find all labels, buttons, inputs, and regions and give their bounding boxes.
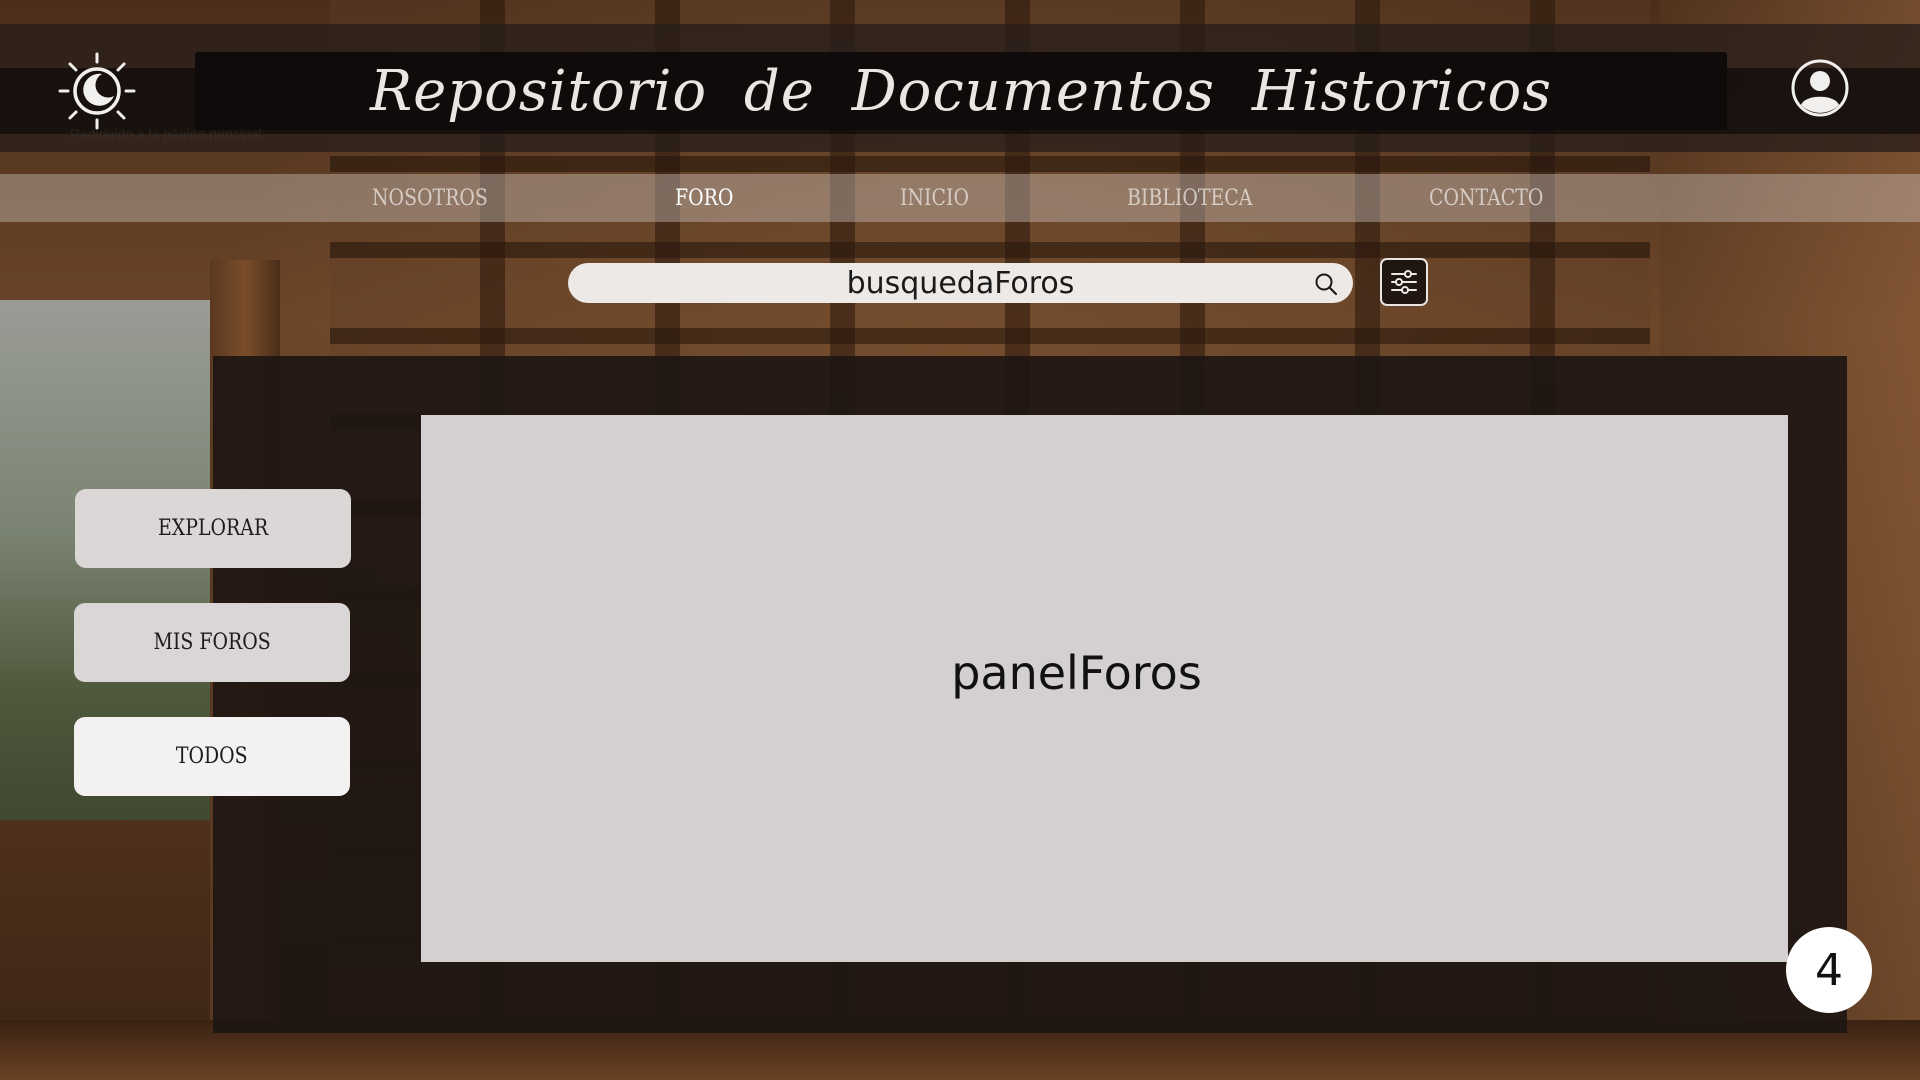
forum-search-box: [568, 263, 1353, 303]
main-nav: NOSOTROS FORO INICIO BIBLIOTECA CONTACTO: [0, 174, 1920, 222]
nav-item-nosotros[interactable]: NOSOTROS: [372, 174, 488, 222]
search-icon[interactable]: [1313, 271, 1339, 297]
forum-search-input[interactable]: [638, 264, 1283, 302]
my-forums-button-label: MIS FOROS: [153, 630, 271, 655]
site-title: Repositorio de Documentos Historicos: [369, 58, 1553, 124]
explore-button-label: EXPLORAR: [157, 516, 269, 541]
my-forums-button[interactable]: MIS FOROS: [74, 603, 350, 682]
all-forums-button[interactable]: TODOS: [74, 717, 350, 796]
filter-button[interactable]: [1380, 258, 1428, 306]
nav-item-biblioteca[interactable]: BIBLIOTECA: [1127, 174, 1252, 222]
theme-toggle-button[interactable]: [58, 52, 136, 130]
nav-item-foro[interactable]: FORO: [675, 174, 733, 222]
explore-button[interactable]: EXPLORAR: [75, 489, 351, 568]
home-hint-text: Redirigido a la página principal: [70, 126, 262, 142]
nav-item-contacto[interactable]: CONTACTO: [1429, 174, 1543, 222]
all-forums-button-label: TODOS: [176, 744, 248, 769]
profile-button[interactable]: [1790, 58, 1850, 118]
forums-panel-label: panelForos: [951, 645, 1202, 700]
nav-item-inicio[interactable]: INICIO: [900, 174, 969, 222]
forums-panel: panelForos: [421, 415, 1788, 962]
site-title-bar: Repositorio de Documentos Historicos: [195, 52, 1727, 130]
sun-moon-icon: [58, 52, 136, 130]
user-profile-icon: [1791, 59, 1849, 117]
page-number-badge: 4: [1786, 927, 1872, 1013]
sliders-icon: [1391, 270, 1417, 294]
